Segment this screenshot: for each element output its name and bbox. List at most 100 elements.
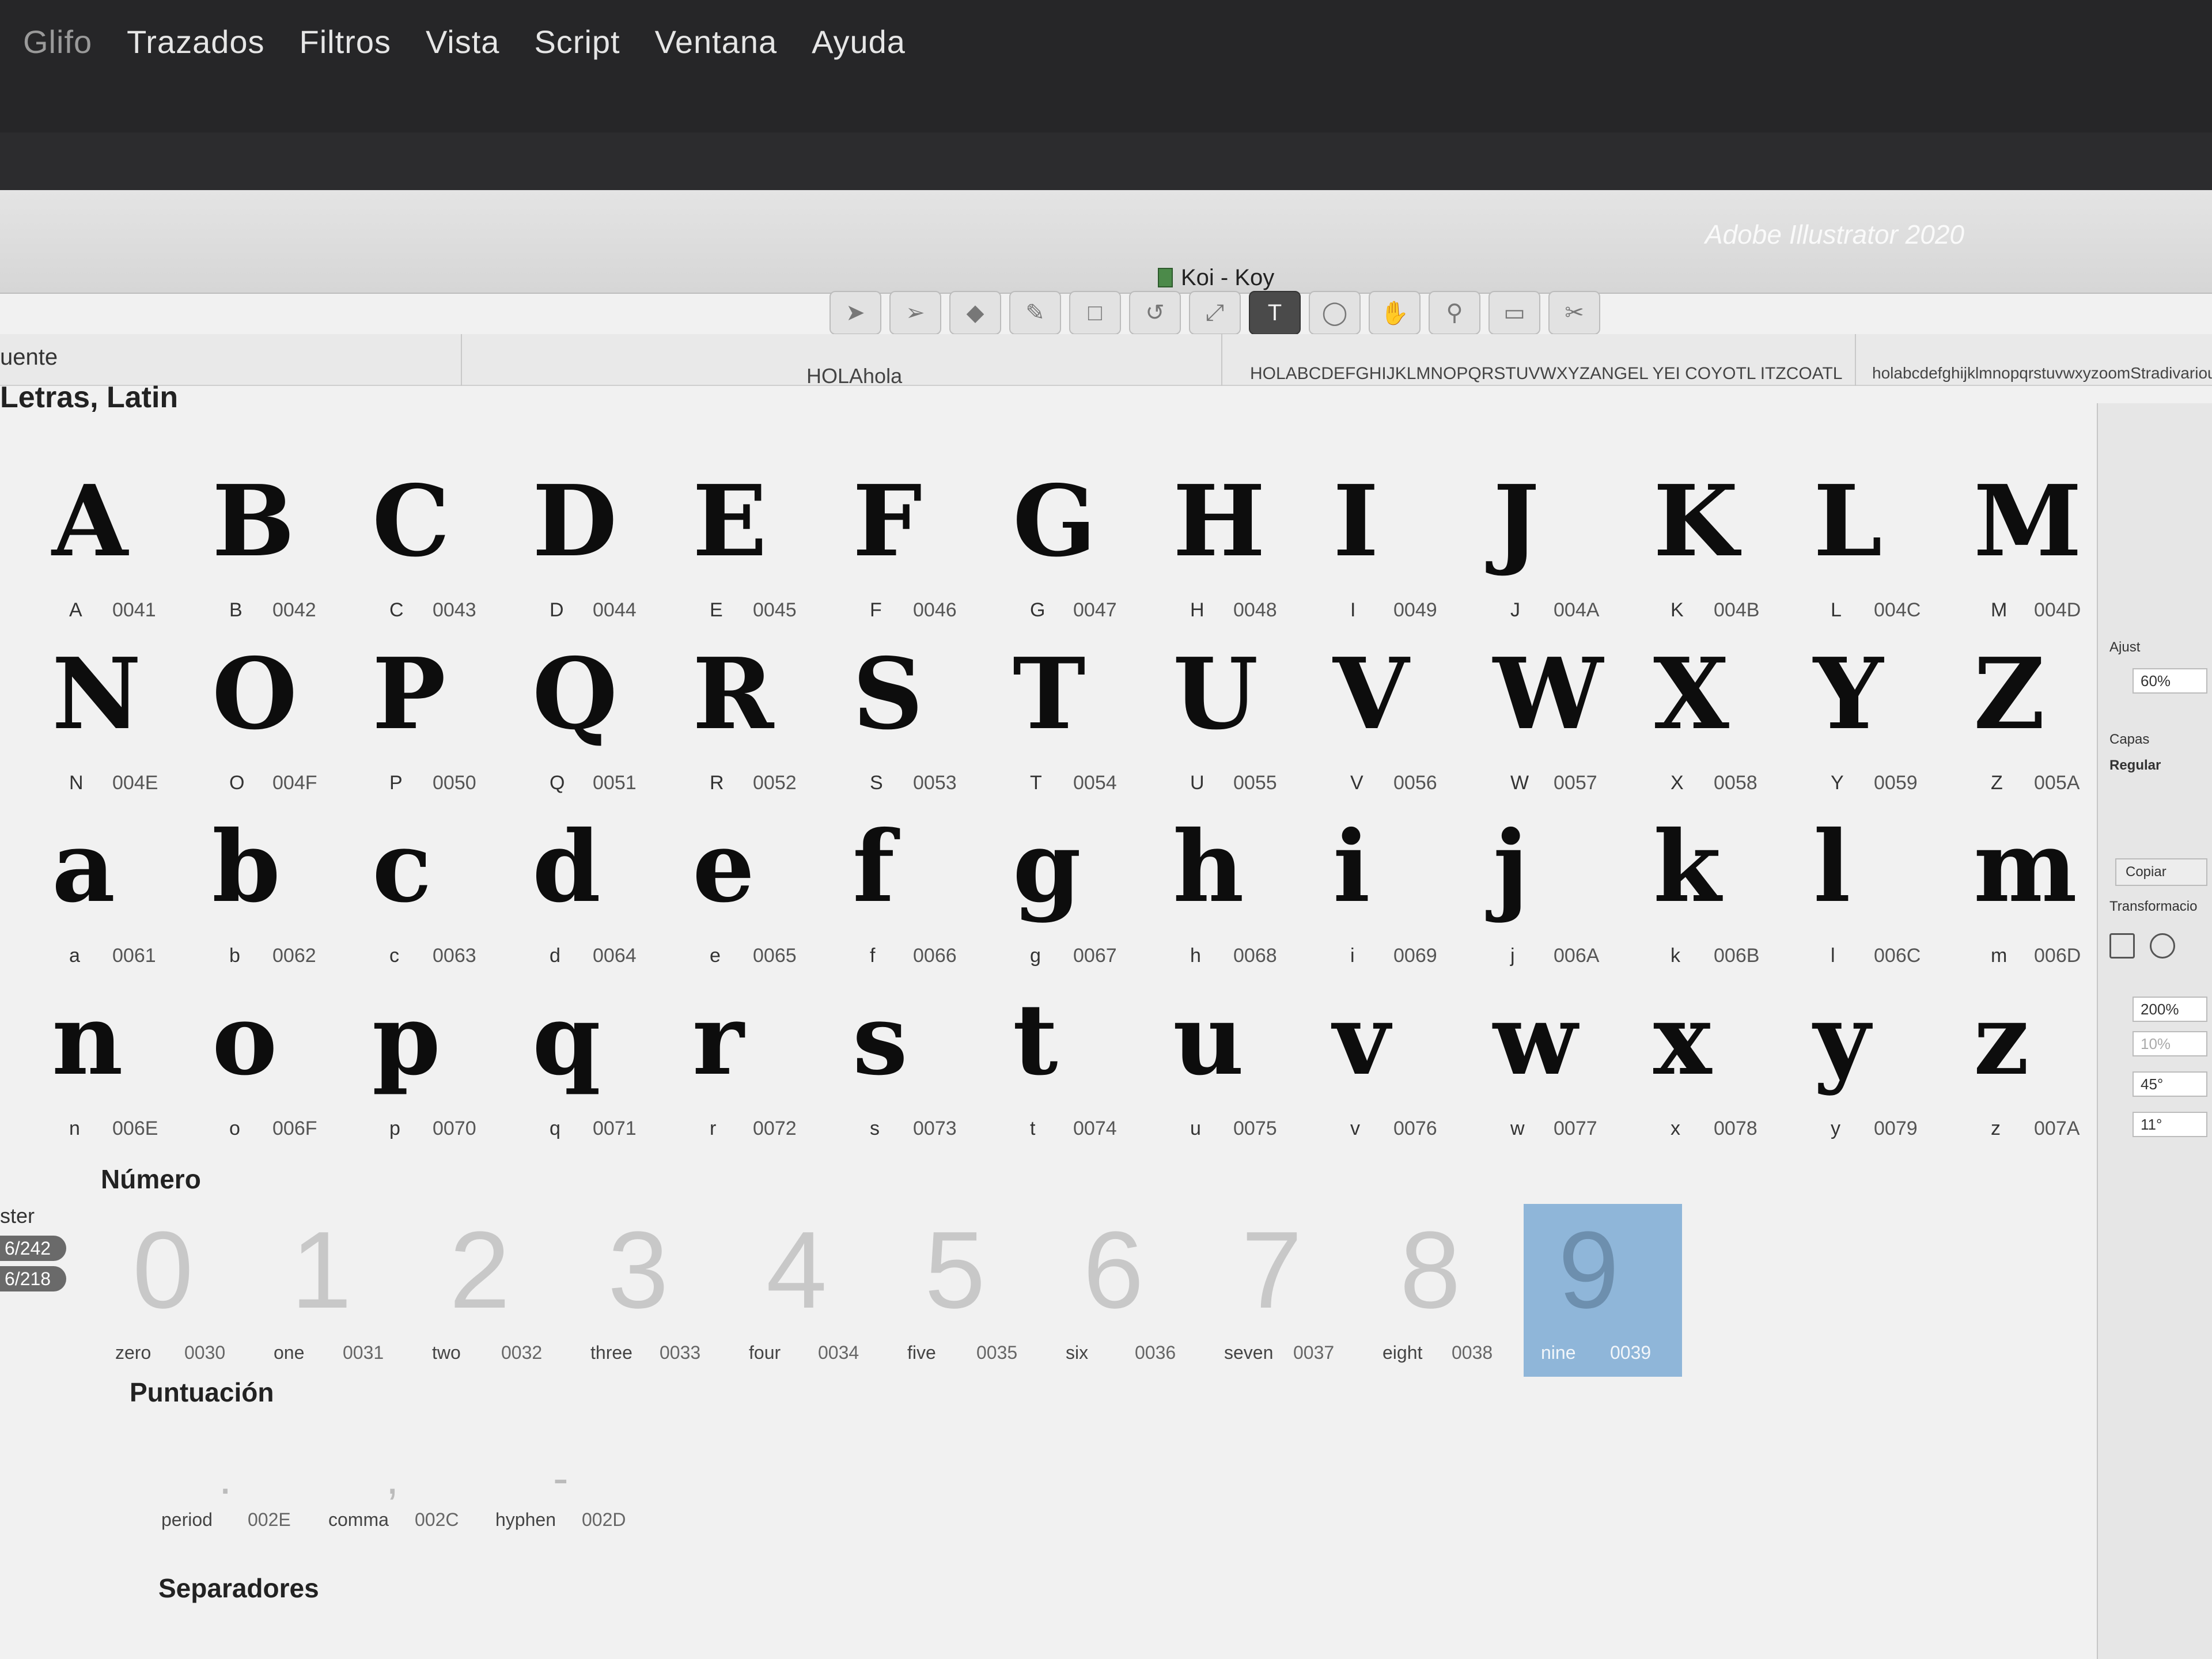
glyph-cell[interactable]: 1 one 0031: [256, 1204, 415, 1377]
speech-icon[interactable]: ◯: [1309, 291, 1361, 335]
glyph-cell[interactable]: O O 004F: [183, 634, 343, 806]
glyph-cell[interactable]: P P 0050: [343, 634, 503, 806]
sample-text-2[interactable]: HOLABCDEFGHIJKLMNOPQRSTUVWXYZANGEL YEI C…: [1250, 364, 1843, 384]
glyph-cell[interactable]: - hyphen 002D: [495, 1452, 662, 1532]
arrow-icon[interactable]: ➤: [830, 291, 881, 335]
glyph-cell[interactable]: 6 six 0036: [1048, 1204, 1207, 1377]
rotate-icon[interactable]: ↺: [1129, 291, 1181, 335]
bounding-box-icon[interactable]: [2109, 933, 2135, 959]
glyph-cell[interactable]: x x 0078: [1624, 979, 1785, 1152]
scale-field[interactable]: 200%: [2133, 997, 2207, 1022]
rectangle-icon[interactable]: □: [1069, 291, 1121, 335]
glyph-cell[interactable]: T T 0054: [984, 634, 1144, 806]
glyph-cell[interactable]: n n 006E: [23, 979, 183, 1152]
glyph-cell[interactable]: 3 three 0033: [573, 1204, 732, 1377]
glyph-cell[interactable]: 7 seven 0037: [1207, 1204, 1365, 1377]
rotate-angle-field[interactable]: 45°: [2133, 1071, 2207, 1097]
menu-item-glifo[interactable]: Glifo: [23, 23, 92, 60]
measure-icon[interactable]: ▭: [1488, 291, 1540, 335]
menu-item-ventana[interactable]: Ventana: [655, 23, 778, 60]
menu-item-script[interactable]: Script: [534, 23, 620, 60]
glyph-cell[interactable]: 2 two 0032: [415, 1204, 573, 1377]
glyph-cell[interactable]: z z 007A: [1945, 979, 2105, 1152]
glyph-cell[interactable]: r r 0072: [664, 979, 824, 1152]
glyph-cell[interactable]: w w 0077: [1464, 979, 1624, 1152]
panel-ajustes-label[interactable]: Ajust: [2109, 639, 2140, 656]
slant-angle-field[interactable]: 11°: [2133, 1112, 2207, 1137]
glyph-cell[interactable]: X X 0058: [1624, 634, 1785, 806]
menu-item-vista[interactable]: Vista: [426, 23, 499, 60]
copiar-button[interactable]: Copiar: [2115, 858, 2207, 886]
sample-text-1[interactable]: HOLAhola: [806, 364, 902, 388]
center-point-icon[interactable]: [2150, 933, 2175, 959]
glyph-cell[interactable]: h h 0068: [1144, 806, 1304, 979]
glyph-cell[interactable]: F F 0046: [824, 461, 984, 634]
knife-icon[interactable]: ✂: [1548, 291, 1600, 335]
glyph-cell[interactable]: t t 0074: [984, 979, 1144, 1152]
glyph-cell[interactable]: y y 0079: [1785, 979, 1945, 1152]
glyph-cell[interactable]: H H 0048: [1144, 461, 1304, 634]
glyph-cell[interactable]: p p 0070: [343, 979, 503, 1152]
glyph-cell[interactable]: R R 0052: [664, 634, 824, 806]
glyph-cell[interactable]: Q Q 0051: [503, 634, 664, 806]
glyph-cell-selected[interactable]: 9 nine 0039: [1524, 1204, 1682, 1377]
glyph-cell[interactable]: 0 zero 0030: [98, 1204, 256, 1377]
direct-select-icon[interactable]: ➢: [889, 291, 941, 335]
glyph-cell[interactable]: 4 four 0034: [732, 1204, 890, 1377]
eraser-icon[interactable]: ◆: [949, 291, 1001, 335]
zoom-icon[interactable]: ⚲: [1429, 291, 1480, 335]
pencil-icon[interactable]: ✎: [1009, 291, 1061, 335]
glyph-cell[interactable]: J J 004A: [1464, 461, 1624, 634]
glyph-cell[interactable]: u u 0075: [1144, 979, 1304, 1152]
scale-field-2[interactable]: 10%: [2133, 1031, 2207, 1056]
glyph-cell[interactable]: I I 0049: [1304, 461, 1464, 634]
glyph-cell[interactable]: E E 0045: [664, 461, 824, 634]
glyph-cell[interactable]: , comma 002C: [328, 1452, 495, 1532]
glyph-cell[interactable]: A A 0041: [23, 461, 183, 634]
glyph-cell[interactable]: B B 0042: [183, 461, 343, 634]
glyph-cell[interactable]: C C 0043: [343, 461, 503, 634]
glyph-cell[interactable]: . period 002E: [161, 1452, 328, 1532]
sample-text-3[interactable]: holabcdefghijklmnopqrstuvwxyzoomStradiva…: [1872, 364, 2212, 382]
zoom-field[interactable]: 60%: [2133, 668, 2207, 694]
hand-icon[interactable]: ✋: [1369, 291, 1421, 335]
text-icon[interactable]: T: [1249, 291, 1301, 335]
glyph-cell[interactable]: a a 0061: [23, 806, 183, 979]
glyph-cell[interactable]: q q 0071: [503, 979, 664, 1152]
layer-regular[interactable]: Regular: [2109, 757, 2161, 774]
glyph-cell[interactable]: g g 0067: [984, 806, 1144, 979]
glyph-cell[interactable]: k k 006B: [1624, 806, 1785, 979]
glyph-cell[interactable]: v v 0076: [1304, 979, 1464, 1152]
glyph-cell[interactable]: 8 eight 0038: [1365, 1204, 1524, 1377]
glyph-cell[interactable]: D D 0044: [503, 461, 664, 634]
left-badge-2[interactable]: 6/218: [0, 1266, 66, 1291]
glyph-cell[interactable]: S S 0053: [824, 634, 984, 806]
glyph-cell[interactable]: Y Y 0059: [1785, 634, 1945, 806]
glyph-cell[interactable]: 5 five 0035: [890, 1204, 1048, 1377]
glyph-cell[interactable]: U U 0055: [1144, 634, 1304, 806]
menu-item-filtros[interactable]: Filtros: [300, 23, 391, 60]
glyph-cell[interactable]: o o 006F: [183, 979, 343, 1152]
glyph-cell[interactable]: m m 006D: [1945, 806, 2105, 979]
glyph-cell[interactable]: N N 004E: [23, 634, 183, 806]
menu-item-ayuda[interactable]: Ayuda: [812, 23, 906, 60]
glyph-cell[interactable]: l l 006C: [1785, 806, 1945, 979]
glyph-cell[interactable]: c c 0063: [343, 806, 503, 979]
glyph-cell[interactable]: Z Z 005A: [1945, 634, 2105, 806]
glyph-cell[interactable]: L L 004C: [1785, 461, 1945, 634]
glyph-cell[interactable]: W W 0057: [1464, 634, 1624, 806]
glyph-cell[interactable]: j j 006A: [1464, 806, 1624, 979]
glyph-cell[interactable]: d d 0064: [503, 806, 664, 979]
glyph-cell[interactable]: s s 0073: [824, 979, 984, 1152]
glyph-cell[interactable]: i i 0069: [1304, 806, 1464, 979]
glyph-cell[interactable]: M M 004D: [1945, 461, 2105, 634]
panel-transformacion-label[interactable]: Transformacio: [2109, 899, 2197, 915]
panel-capas-label[interactable]: Capas: [2109, 732, 2149, 748]
glyph-cell[interactable]: K K 004B: [1624, 461, 1785, 634]
glyph-cell[interactable]: e e 0065: [664, 806, 824, 979]
glyph-cell[interactable]: b b 0062: [183, 806, 343, 979]
menu-item-trazados[interactable]: Trazados: [127, 23, 264, 60]
left-badge-1[interactable]: 6/242: [0, 1236, 66, 1261]
glyph-cell[interactable]: f f 0066: [824, 806, 984, 979]
font-tab[interactable]: uente: [0, 344, 58, 370]
